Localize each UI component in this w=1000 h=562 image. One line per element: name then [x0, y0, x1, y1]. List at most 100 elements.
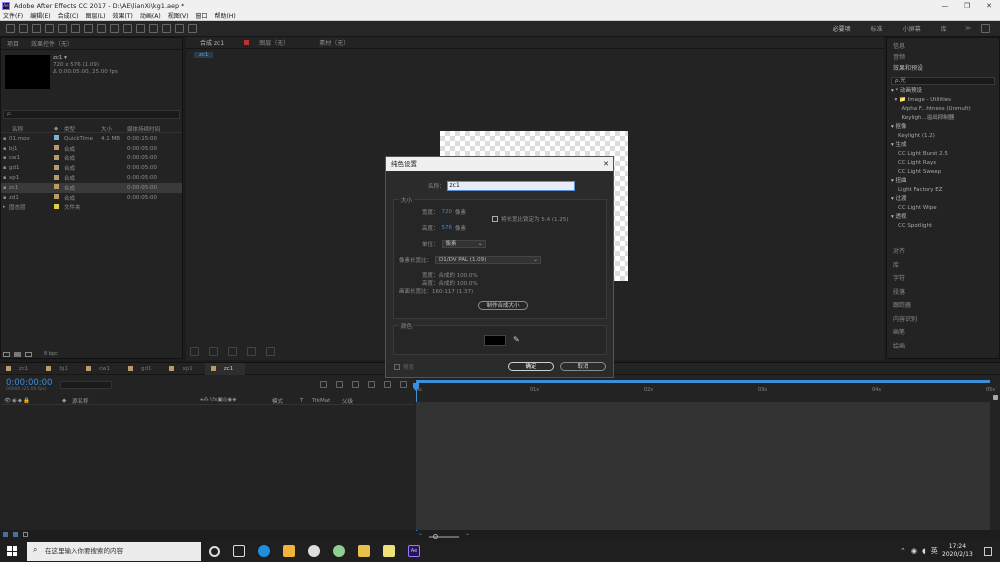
- viewer-grid-icon[interactable]: [209, 347, 218, 356]
- tab-align[interactable]: 对齐: [893, 245, 993, 259]
- effects-category[interactable]: ▾ 透视: [891, 213, 999, 222]
- effects-item[interactable]: CC Spotlight: [891, 222, 999, 231]
- pan-behind-tool-icon[interactable]: [84, 24, 93, 33]
- name-input[interactable]: zc1: [446, 181, 575, 191]
- after-effects-taskbar-icon[interactable]: Ae: [408, 545, 420, 557]
- viewer-mask-icon[interactable]: [228, 347, 237, 356]
- units-select[interactable]: 像素 ⌄: [441, 240, 486, 248]
- bpc-label[interactable]: 8 bpc: [44, 351, 58, 357]
- viewer-snapshot-icon[interactable]: [247, 347, 256, 356]
- label-color-swatch[interactable]: [54, 174, 59, 180]
- height-value[interactable]: 576: [442, 225, 453, 231]
- make-comp-size-button[interactable]: 制作合成大小: [478, 301, 528, 310]
- project-item[interactable]: ▪ xp1 合成 0:00:05:00: [1, 173, 182, 183]
- layer-switches-icon[interactable]: ⚹⁂∖fx▣◎◉◈: [200, 397, 272, 404]
- tab-layer[interactable]: 图层（无）: [259, 38, 289, 47]
- clone-stamp-tool-icon[interactable]: [149, 24, 158, 33]
- col-mode[interactable]: 模式: [272, 397, 300, 405]
- puppet-tool-icon[interactable]: [188, 24, 197, 33]
- label-color-swatch[interactable]: [54, 145, 59, 151]
- notepad-icon[interactable]: [383, 545, 395, 557]
- project-item[interactable]: ▪ zd1 合成 0:00:05:00: [1, 193, 182, 203]
- edge-browser-icon[interactable]: [258, 545, 270, 557]
- effects-category[interactable]: ▾ 生成: [891, 141, 999, 150]
- label-color-swatch[interactable]: [54, 164, 59, 170]
- selection-tool-icon[interactable]: [19, 24, 28, 33]
- menu-help[interactable]: 帮助(H): [215, 11, 236, 20]
- label-color-swatch[interactable]: [54, 135, 59, 141]
- shy-layers-icon[interactable]: [352, 381, 359, 388]
- tab-composition[interactable]: 合成 zc1: [200, 38, 224, 47]
- hand-tool-icon[interactable]: [32, 24, 41, 33]
- minimize-button[interactable]: —: [934, 2, 956, 10]
- text-tool-icon[interactable]: [123, 24, 132, 33]
- effects-item[interactable]: Alpha F...htness (Unmult): [891, 105, 999, 114]
- maximize-button[interactable]: ❐: [956, 2, 978, 10]
- app-icon-green[interactable]: [333, 545, 345, 557]
- col-t[interactable]: T: [300, 398, 312, 404]
- cancel-button[interactable]: 取消: [560, 362, 606, 371]
- col-size[interactable]: 大小: [101, 125, 127, 133]
- new-folder-icon[interactable]: [14, 351, 21, 357]
- timeline-tab[interactable]: xp1: [163, 363, 204, 375]
- tab-effects-presets[interactable]: 效果和预设: [893, 63, 993, 74]
- effects-category[interactable]: ▾ 抠像: [891, 123, 999, 132]
- menu-animation[interactable]: 动画(A): [140, 11, 161, 20]
- timeline-scroll-icon[interactable]: [993, 395, 998, 400]
- ok-button[interactable]: 确定: [508, 362, 554, 371]
- zoom-in-icon[interactable]: ⌃: [465, 533, 470, 540]
- effects-category[interactable]: ▾ 扭曲: [891, 177, 999, 186]
- taskbar-search-input[interactable]: 在这里输入你要搜索的内容: [27, 542, 201, 561]
- network-icon[interactable]: ◉: [911, 547, 917, 555]
- menu-composition[interactable]: 合成(C): [58, 11, 79, 20]
- toggle-switches-icon[interactable]: [3, 532, 8, 537]
- width-value[interactable]: 720: [442, 209, 453, 215]
- project-item[interactable]: ▪ gd1 合成 0:00:05:00: [1, 163, 182, 173]
- tab-tracker[interactable]: 跟踪器: [893, 299, 993, 313]
- menu-window[interactable]: 窗口: [195, 11, 207, 20]
- effects-search-input[interactable]: ρ.光: [891, 77, 995, 85]
- label-col-icon[interactable]: ◆: [54, 126, 64, 132]
- windows-start-icon[interactable]: [7, 546, 17, 556]
- color-swatch[interactable]: [484, 335, 506, 346]
- notification-icon[interactable]: [984, 547, 992, 556]
- tab-paragraph[interactable]: 段落: [893, 286, 993, 300]
- selected-item-name[interactable]: zc1 ▾: [53, 55, 118, 62]
- cortana-icon[interactable]: [209, 545, 220, 557]
- rotate-tool-icon[interactable]: [58, 24, 67, 33]
- viewer-channel-icon[interactable]: [266, 347, 275, 356]
- timeline-tab[interactable]: gd1: [122, 363, 163, 375]
- shape-tool-icon[interactable]: [97, 24, 106, 33]
- workspace-standard[interactable]: 标准: [871, 24, 883, 33]
- eyedropper-icon[interactable]: ✎: [513, 335, 520, 344]
- file-explorer-icon[interactable]: [358, 545, 370, 557]
- effects-item[interactable]: CC Light Burst 2.5: [891, 150, 999, 159]
- col-parent[interactable]: 父级: [342, 397, 353, 405]
- effects-item[interactable]: ▾ 📁 Image - Utilities: [891, 96, 999, 105]
- new-comp-icon[interactable]: [25, 351, 32, 357]
- motion-blur-icon[interactable]: [384, 381, 391, 388]
- tab-paint[interactable]: 绘画: [893, 340, 993, 354]
- workspace-small-screen[interactable]: 小屏幕: [903, 24, 921, 33]
- toggle-time-icon[interactable]: [23, 532, 28, 537]
- timeline-tab[interactable]: cw1: [80, 363, 122, 375]
- project-item[interactable]: ▸ 固态层 文件夹: [1, 203, 182, 213]
- effects-item[interactable]: Keylight (1.2): [891, 132, 999, 141]
- col-duration[interactable]: 媒体持续时间: [127, 125, 172, 133]
- timeline-tab[interactable]: bj1: [40, 363, 80, 375]
- chevron-up-icon[interactable]: ⌃: [900, 547, 906, 555]
- camera-tool-icon[interactable]: [71, 24, 80, 33]
- preview-checkbox[interactable]: [394, 364, 400, 370]
- menu-edit[interactable]: 编辑(E): [30, 11, 50, 20]
- eraser-tool-icon[interactable]: [162, 24, 171, 33]
- workspace-menu-icon[interactable]: ≫: [965, 25, 971, 32]
- menu-layer[interactable]: 图层(L): [86, 11, 106, 20]
- effects-item[interactable]: CC Light Sweep: [891, 168, 999, 177]
- pen-tool-icon[interactable]: [110, 24, 119, 33]
- tab-character[interactable]: 字符: [893, 272, 993, 286]
- project-item[interactable]: ▪ 01.mov QuickTime 4.1 MB 0:00:15:00: [1, 134, 182, 144]
- timeline-track-area[interactable]: [416, 402, 990, 530]
- menu-view[interactable]: 视图(V): [168, 11, 189, 20]
- work-area-bar[interactable]: [416, 380, 990, 383]
- col-trkmat[interactable]: TrkMat: [312, 398, 342, 404]
